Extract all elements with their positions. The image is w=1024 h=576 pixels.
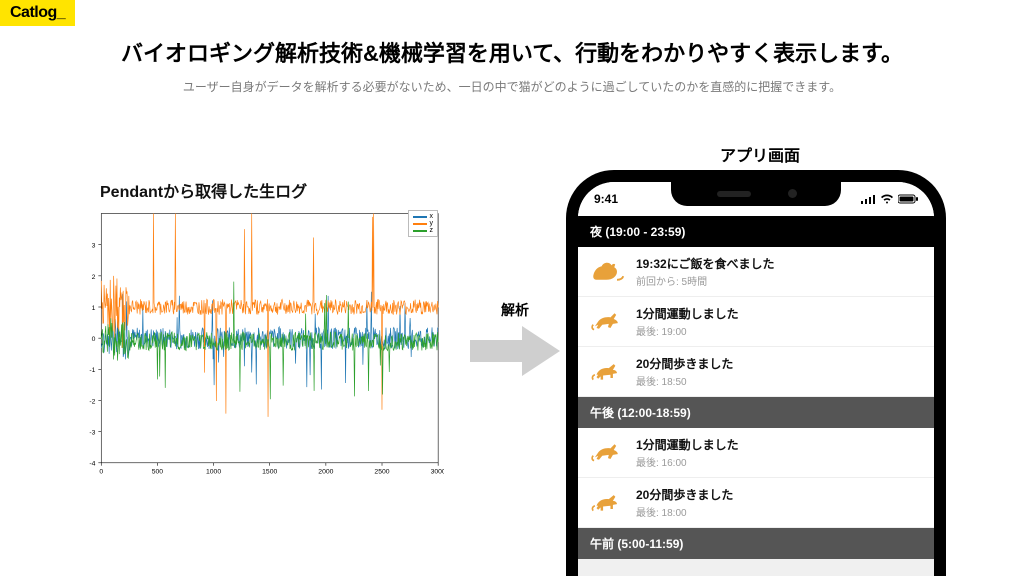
cat-icon bbox=[590, 310, 626, 334]
activity-list[interactable]: 夜 (19:00 - 23:59) 19:32にご飯を食べました 前回から: 5… bbox=[578, 216, 934, 559]
battery-icon bbox=[898, 194, 918, 204]
activity-text: 1分間運動しました bbox=[636, 436, 739, 453]
analysis-arrow: 解析 bbox=[470, 300, 560, 381]
activity-text: 20分間歩きました bbox=[636, 355, 733, 372]
svg-text:2000: 2000 bbox=[318, 469, 333, 476]
cat-icon bbox=[590, 360, 626, 384]
svg-text:3000: 3000 bbox=[431, 469, 444, 476]
svg-text:2: 2 bbox=[92, 274, 96, 281]
svg-text:-1: -1 bbox=[89, 367, 95, 374]
cat-icon bbox=[590, 441, 626, 465]
svg-text:1: 1 bbox=[92, 305, 96, 312]
activity-subtext: 最後: 19:00 bbox=[636, 323, 739, 338]
activity-subtext: 前回から: 5時間 bbox=[636, 273, 774, 288]
section-header: 午後 (12:00-18:59) bbox=[578, 397, 934, 428]
svg-text:-3: -3 bbox=[89, 430, 95, 437]
activity-subtext: 最後: 16:00 bbox=[636, 454, 739, 469]
activity-item[interactable]: 1分間運動しました 最後: 16:00 bbox=[578, 428, 934, 478]
raw-log-chart: -4 -3 -2 -1 0 1 2 3 0 500 1000 1500 2000 2500 3000 xyz bbox=[74, 204, 444, 484]
svg-text:-2: -2 bbox=[89, 398, 95, 405]
svg-text:1000: 1000 bbox=[206, 469, 221, 476]
svg-text:0: 0 bbox=[99, 469, 103, 476]
status-time: 9:41 bbox=[594, 192, 618, 206]
svg-text:3: 3 bbox=[92, 243, 96, 250]
wifi-icon bbox=[880, 194, 894, 204]
activity-item[interactable]: 20分間歩きました 最後: 18:00 bbox=[578, 478, 934, 528]
phone-frame: 9:41 夜 (19:00 - 23:59) 19:32にご飯を食べました 前回… bbox=[566, 170, 946, 576]
brand-badge: Catlog_ bbox=[0, 0, 75, 26]
page-subtitle: ユーザー自身がデータを解析する必要がないため、一日の中で猫がどのように過ごしてい… bbox=[0, 78, 1024, 95]
cellular-icon bbox=[861, 194, 876, 204]
arrow-icon bbox=[470, 326, 560, 376]
section-header: 夜 (19:00 - 23:59) bbox=[578, 216, 934, 247]
section-header: 午前 (5:00-11:59) bbox=[578, 528, 934, 559]
phone-notch bbox=[671, 182, 841, 206]
activity-text: 1分間運動しました bbox=[636, 305, 739, 322]
activity-subtext: 最後: 18:50 bbox=[636, 373, 733, 388]
svg-text:0: 0 bbox=[92, 336, 96, 343]
app-screen-title: アプリ画面 bbox=[610, 142, 910, 166]
svg-text:2500: 2500 bbox=[374, 469, 389, 476]
activity-item[interactable]: 19:32にご飯を食べました 前回から: 5時間 bbox=[578, 247, 934, 297]
cat-icon bbox=[590, 260, 626, 284]
page-title: バイオロギング解析技術&機械学習を用いて、行動をわかりやすく表示します。 bbox=[0, 36, 1024, 68]
phone-screen: 9:41 夜 (19:00 - 23:59) 19:32にご飯を食べました 前回… bbox=[578, 182, 934, 576]
svg-text:-4: -4 bbox=[89, 461, 95, 468]
arrow-label: 解析 bbox=[470, 300, 560, 320]
raw-log-title: Pendantから取得した生ログ bbox=[100, 178, 307, 202]
cat-icon bbox=[590, 491, 626, 515]
activity-item[interactable]: 20分間歩きました 最後: 18:50 bbox=[578, 347, 934, 397]
activity-item[interactable]: 1分間運動しました 最後: 19:00 bbox=[578, 297, 934, 347]
svg-text:1500: 1500 bbox=[262, 469, 277, 476]
activity-subtext: 最後: 18:00 bbox=[636, 504, 733, 519]
chart-legend: xyz bbox=[408, 210, 439, 237]
svg-text:500: 500 bbox=[152, 469, 164, 476]
activity-text: 19:32にご飯を食べました bbox=[636, 255, 774, 272]
activity-text: 20分間歩きました bbox=[636, 486, 733, 503]
